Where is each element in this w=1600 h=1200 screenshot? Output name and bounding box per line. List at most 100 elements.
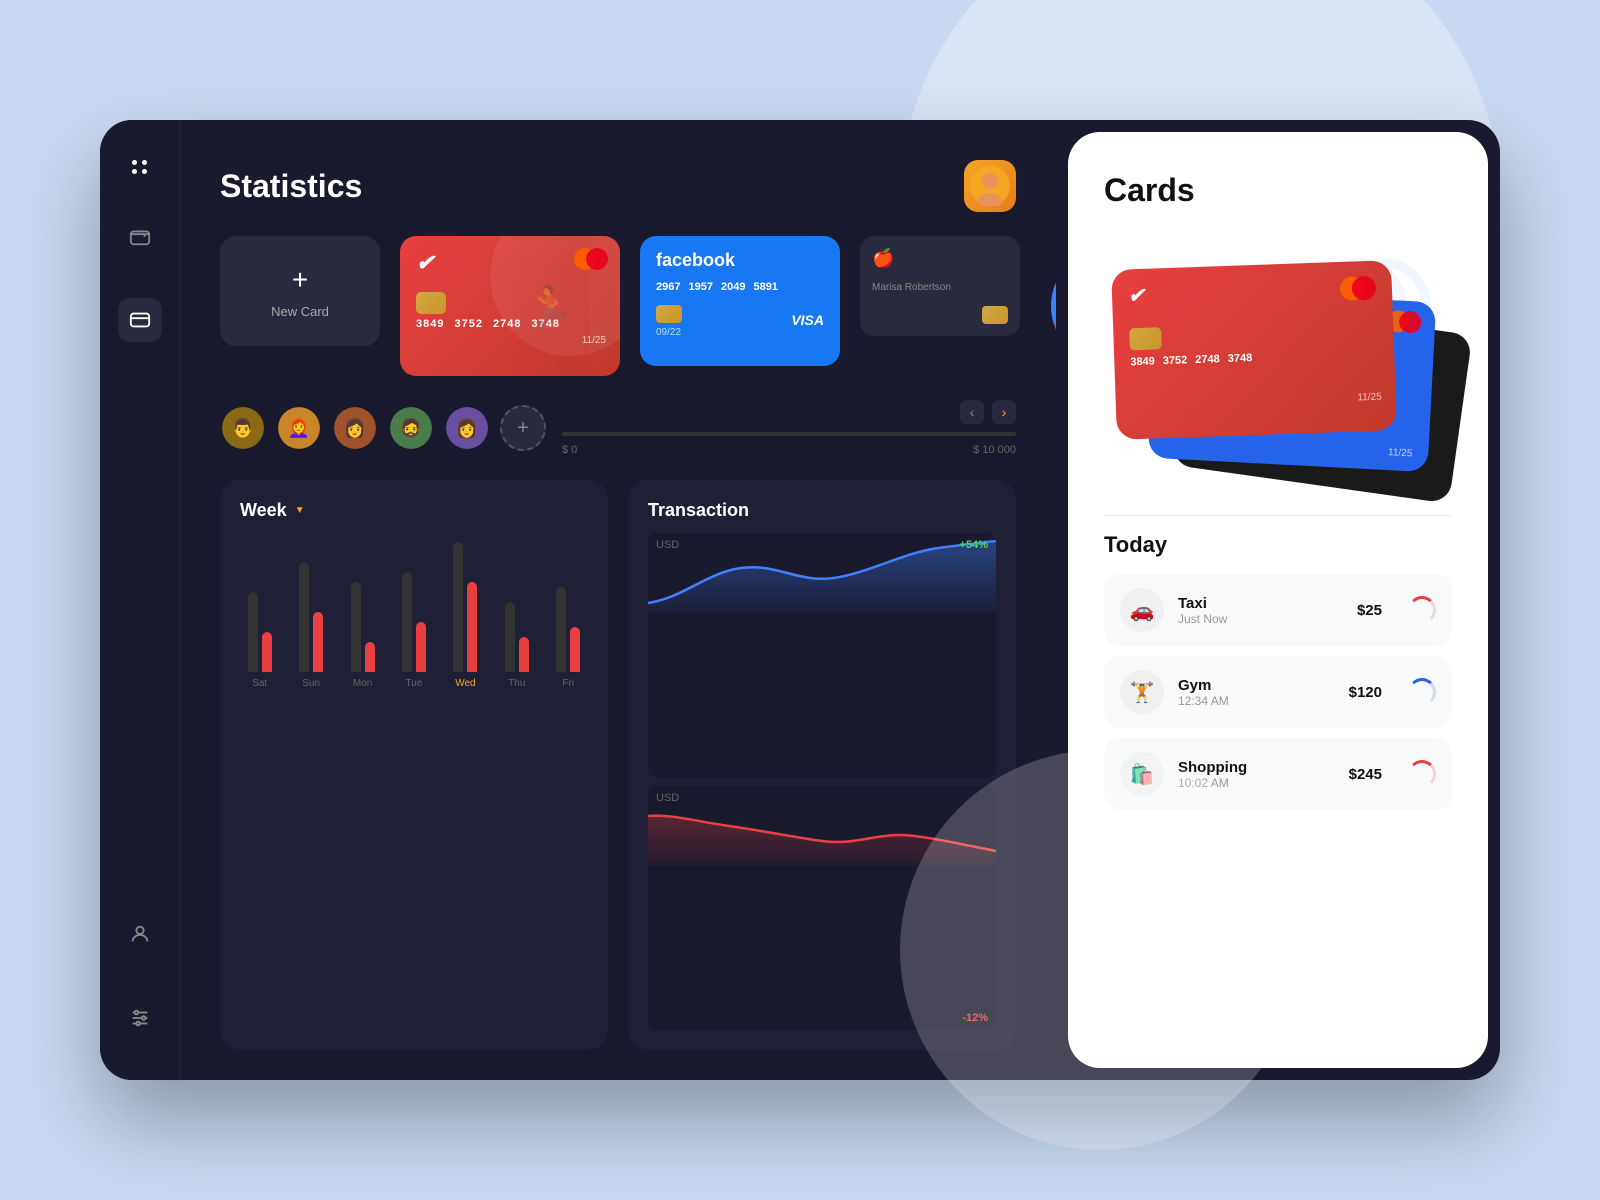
avatar-3[interactable]: 👩	[332, 405, 378, 451]
facebook-card[interactable]: facebook 2967 1957 2049 5891 09/22 VISA	[640, 236, 840, 366]
bar-mon: Mon	[343, 532, 382, 689]
shopping-time: 10:02 AM	[1178, 776, 1335, 790]
bar-wed-label: Wed	[455, 678, 475, 689]
red-chip	[1129, 327, 1162, 350]
bar-thu-gray	[505, 602, 515, 672]
nike-card[interactable]: 🏃 ✔ 3849 3752 2748 3748 11/25	[400, 236, 620, 376]
bar-wed: Wed	[446, 532, 485, 689]
bar-fri-label: Fri	[562, 678, 574, 689]
sidebar-item-wallet[interactable]	[118, 214, 162, 258]
gym-indicator	[1408, 678, 1436, 706]
people-row: 👨 👩‍🦰 👩 🧔 👩 + ‹	[220, 400, 1016, 456]
transaction-gym[interactable]: 🏋️ Gym 12:34 AM $120	[1104, 656, 1452, 728]
red-expiry: 11/25	[1357, 392, 1382, 404]
taxi-indicator	[1408, 596, 1436, 624]
new-card-button[interactable]: + New Card	[220, 236, 380, 346]
week-dropdown[interactable]: ▼	[295, 505, 305, 516]
red-numbers: 3849 3752 2748 3748	[1130, 348, 1378, 369]
facebook-brand: facebook	[656, 250, 824, 271]
apple-logo: 🍎	[872, 248, 894, 269]
red-nike-brand: ✔	[1128, 283, 1146, 309]
transaction-header: Transaction	[648, 500, 996, 521]
blue-expiry: 11/25	[1388, 447, 1413, 459]
taxi-amount: $25	[1357, 602, 1382, 619]
menu-icon[interactable]	[132, 160, 147, 174]
main-content: Statistics + New Card 🏃	[180, 120, 1056, 1080]
bar-sun-label: Sun	[302, 678, 320, 689]
avatar-2[interactable]: 👩‍🦰	[276, 405, 322, 451]
bottom-row: Week ▼ Sat	[220, 480, 1016, 1050]
chart-1: USD +54%	[648, 533, 996, 778]
mastercard-logo	[574, 248, 608, 270]
week-title: Week	[240, 500, 287, 521]
transaction-taxi[interactable]: 🚗 Taxi Just Now $25	[1104, 574, 1452, 646]
app-container: Statistics + New Card 🏃	[100, 120, 1500, 1080]
bar-wed-gray	[453, 542, 463, 672]
gym-info: Gym 12:34 AM	[1178, 677, 1335, 708]
next-arrow[interactable]: ›	[992, 400, 1016, 424]
slider-labels: $ 0 $ 10 000	[562, 444, 1016, 456]
apple-card[interactable]: 🍎 Marisa Robertson	[860, 236, 1020, 336]
today-title: Today	[1104, 532, 1452, 558]
fb-expiry: 09/22	[656, 327, 682, 338]
red-card-top: ✔	[1128, 275, 1377, 309]
shopping-icon: 🛍️	[1120, 752, 1164, 796]
bar-fri: Fri	[549, 532, 588, 689]
taxi-info: Taxi Just Now	[1178, 595, 1343, 626]
chart-2: USD -12%	[648, 786, 996, 1031]
chart-1-label: USD	[656, 539, 679, 551]
card-chip	[416, 292, 446, 314]
avatar-4[interactable]: 🧔	[388, 405, 434, 451]
stacked-cards: VISA 2748 3748 11/25 ✔	[1104, 225, 1452, 485]
bar-sat-gray	[248, 592, 258, 672]
shopping-info: Shopping 10:02 AM	[1178, 759, 1335, 790]
gym-icon: 🏋️	[1120, 670, 1164, 714]
sidebar-item-user[interactable]	[118, 912, 162, 956]
sidebar-item-card[interactable]	[118, 298, 162, 342]
right-panel: Cards VISA	[1068, 132, 1488, 1068]
fb-chip	[656, 305, 682, 323]
page-title: Statistics	[220, 168, 362, 205]
week-section: Week ▼ Sat	[220, 480, 608, 1050]
sidebar-item-settings[interactable]	[118, 996, 162, 1040]
taxi-time: Just Now	[1178, 612, 1343, 626]
gym-name: Gym	[1178, 677, 1335, 694]
slider-max: $ 10 000	[973, 444, 1016, 456]
chart-2-pct: -12%	[962, 1012, 988, 1024]
sidebar	[100, 120, 180, 1080]
avatar-1[interactable]: 👨	[220, 405, 266, 451]
user-avatar[interactable]	[964, 160, 1016, 212]
bar-tue-gray	[402, 572, 412, 672]
slider-track[interactable]	[562, 432, 1016, 436]
bar-sat-red	[262, 632, 272, 672]
transaction-shopping[interactable]: 🛍️ Shopping 10:02 AM $245	[1104, 738, 1452, 810]
new-card-label: New Card	[271, 304, 329, 319]
card-brand-nike: ✔	[416, 250, 433, 276]
apple-cardholder: Marisa Robertson	[872, 282, 1008, 293]
bar-chart: Sat Sun	[240, 533, 588, 693]
card-expiry: 11/25	[582, 335, 606, 346]
shopping-name: Shopping	[1178, 759, 1335, 776]
avatar-5[interactable]: 👩	[444, 405, 490, 451]
taxi-name: Taxi	[1178, 595, 1343, 612]
header: Statistics	[220, 160, 1016, 212]
avatar-image	[964, 160, 1016, 212]
shopping-amount: $245	[1349, 766, 1382, 783]
cards-panel-title: Cards	[1104, 172, 1452, 209]
chart-2-label: USD	[656, 792, 679, 804]
bar-sun: Sun	[291, 532, 330, 689]
avatars-row: 👨 👩‍🦰 👩 🧔 👩 +	[220, 405, 546, 451]
budget-slider[interactable]: ‹ › $ 0 $ 10 000	[562, 400, 1016, 456]
bar-sun-red	[313, 612, 323, 672]
prev-arrow[interactable]: ‹	[960, 400, 984, 424]
bar-sun-gray	[299, 562, 309, 672]
bar-fri-red	[570, 627, 580, 672]
bar-wed-red	[467, 582, 477, 672]
add-avatar-button[interactable]: +	[500, 405, 546, 451]
bar-mon-label: Mon	[353, 678, 372, 689]
chart-1-pct: +54%	[960, 539, 988, 551]
slider-min: $ 0	[562, 444, 577, 456]
bar-thu-red	[519, 637, 529, 672]
bar-tue-red	[416, 622, 426, 672]
fb-visa-logo: VISA	[791, 312, 824, 328]
